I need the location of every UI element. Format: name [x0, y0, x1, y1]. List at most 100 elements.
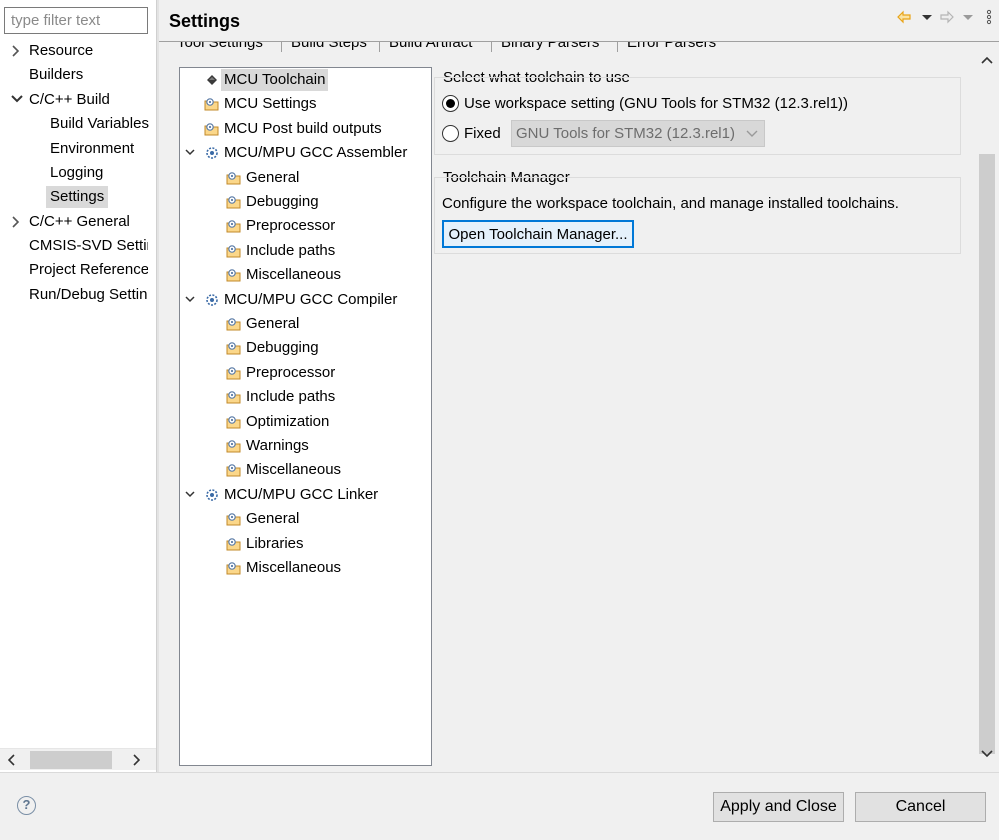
- settings-folder-icon: [226, 389, 242, 405]
- settings-folder-icon: [226, 243, 242, 259]
- scroll-up-icon[interactable]: [981, 56, 993, 64]
- radio-dot: [446, 99, 455, 108]
- scroll-left-icon[interactable]: [8, 754, 16, 766]
- chevron-right-icon[interactable]: [9, 40, 23, 62]
- chevron-down-icon[interactable]: [9, 89, 23, 111]
- forward-dropdown-icon[interactable]: [960, 9, 976, 25]
- tree-item-label: Include paths: [246, 242, 336, 259]
- tree-item-label: Miscellaneous: [246, 266, 342, 283]
- settings-folder-icon: [226, 218, 242, 234]
- settings-folder-icon: [226, 365, 242, 381]
- tree-item-label: Warnings: [246, 437, 309, 454]
- page-title: Settings: [169, 11, 241, 31]
- apply-and-close-button[interactable]: Apply and Close: [713, 792, 844, 822]
- settings-folder-icon: [204, 96, 220, 112]
- nav-item-settings[interactable]: Settings: [46, 186, 109, 208]
- tool-gear-icon: [204, 145, 220, 161]
- nav-item-project-references[interactable]: Project References: [29, 259, 148, 281]
- tree-item-label: Include paths: [246, 388, 336, 405]
- tab-binary-parsers[interactable]: Binary Parsers: [501, 42, 599, 52]
- cancel-button[interactable]: Cancel: [855, 792, 986, 822]
- settings-folder-icon: [226, 462, 242, 478]
- tree-item-label: Preprocessor: [246, 364, 336, 381]
- tree-item-label: General: [246, 510, 300, 527]
- nav-item-cpp-build[interactable]: C/C++ Build: [29, 89, 110, 111]
- tool-gear-icon: [204, 487, 220, 503]
- tab-divider: [281, 42, 282, 52]
- toolchain-manager-description: Configure the workspace toolchain, and m…: [442, 195, 899, 212]
- tab-divider: [379, 42, 380, 52]
- chevron-right-icon[interactable]: [9, 211, 23, 233]
- tab-divider: [617, 42, 618, 52]
- back-dropdown-icon[interactable]: [919, 9, 935, 25]
- tree-item-label: MCU Toolchain: [221, 69, 329, 91]
- tree-item-label: MCU Post build outputs: [224, 120, 382, 137]
- chevron-down-icon[interactable]: [184, 142, 196, 164]
- filter-input[interactable]: [4, 7, 148, 34]
- chevron-down-icon: [746, 130, 758, 137]
- scrollbar-thumb[interactable]: [30, 751, 112, 769]
- fixed-toolchain-select[interactable]: GNU Tools for STM32 (12.3.rel1): [511, 120, 765, 147]
- scroll-down-icon[interactable]: [981, 750, 993, 758]
- nav-item-cpp-general[interactable]: C/C++ General: [29, 211, 130, 233]
- settings-folder-icon: [226, 267, 242, 283]
- tree-item-label: General: [246, 315, 300, 332]
- open-toolchain-manager-button[interactable]: Open Toolchain Manager...: [442, 220, 634, 248]
- vertical-scrollbar[interactable]: [976, 48, 998, 768]
- tab-error-parsers[interactable]: Error Parsers: [627, 42, 716, 52]
- forward-arrow-icon[interactable]: [939, 9, 955, 25]
- nav-item-resource[interactable]: Resource: [29, 40, 93, 62]
- nav-item-builders[interactable]: Builders: [29, 64, 83, 86]
- view-menu-icon[interactable]: [981, 9, 997, 25]
- settings-folder-icon: [226, 414, 242, 430]
- tab-divider: [491, 42, 492, 52]
- tree-item-label: General: [246, 169, 300, 186]
- settings-folder-icon: [226, 340, 242, 356]
- settings-folder-icon: [226, 194, 242, 210]
- tab-strip: Tool Settings Build Steps Build Artifact…: [173, 42, 736, 52]
- workspace-setting-radio[interactable]: [442, 95, 459, 112]
- tree-item-label: Miscellaneous: [246, 461, 342, 478]
- chevron-down-icon[interactable]: [184, 484, 196, 506]
- tool-gear-icon: [204, 292, 220, 308]
- back-arrow-icon[interactable]: [896, 9, 912, 25]
- fixed-label[interactable]: Fixed: [464, 125, 501, 142]
- tool-settings-tree[interactable]: MCU Toolchain MCU Settings MCU Post build …: [179, 67, 432, 766]
- workspace-setting-label[interactable]: Use workspace setting (GNU Tools for STM…: [464, 95, 848, 112]
- nav-item-cmsis-svd-settings[interactable]: CMSIS-SVD Settings: [29, 235, 148, 257]
- navigation-pane: Resource Builders C/C++ Build Build Vari…: [0, 0, 156, 772]
- tree-item-label: MCU/MPU GCC Linker: [224, 486, 379, 503]
- tab-tool-settings[interactable]: Tool Settings: [177, 42, 263, 52]
- dialog-footer: ? Apply and Close Cancel: [0, 773, 999, 840]
- tree-item-label: MCU/MPU GCC Assembler: [224, 144, 408, 161]
- scroll-right-icon[interactable]: [132, 754, 140, 766]
- chevron-down-icon[interactable]: [184, 289, 196, 311]
- settings-folder-icon: [226, 316, 242, 332]
- tree-item-label: MCU Settings: [224, 95, 317, 112]
- settings-folder-icon: [226, 511, 242, 527]
- tree-item-label: Optimization: [246, 413, 330, 430]
- chip-icon: [204, 72, 220, 88]
- help-icon[interactable]: ?: [17, 796, 36, 815]
- settings-folder-icon: [226, 438, 242, 454]
- nav-item-environment[interactable]: Environment: [50, 138, 134, 160]
- tree-item-label: Libraries: [246, 535, 304, 552]
- tree-item-label: Debugging: [246, 339, 319, 356]
- nav-item-run-debug-settings[interactable]: Run/Debug Settings: [29, 284, 148, 306]
- horizontal-scrollbar[interactable]: [0, 748, 156, 770]
- tree-item-label: MCU/MPU GCC Compiler: [224, 291, 398, 308]
- settings-folder-icon: [204, 121, 220, 137]
- fixed-radio[interactable]: [442, 125, 459, 142]
- fixed-toolchain-value: GNU Tools for STM32 (12.3.rel1): [516, 125, 735, 142]
- tree-item-label: Preprocessor: [246, 217, 336, 234]
- tab-build-artifact[interactable]: Build Artifact: [389, 42, 472, 52]
- nav-item-build-variables[interactable]: Build Variables: [50, 113, 149, 135]
- tree-item-label: Debugging: [246, 193, 319, 210]
- settings-folder-icon: [226, 536, 242, 552]
- nav-item-logging[interactable]: Logging: [50, 162, 103, 184]
- scrollbar-thumb[interactable]: [979, 154, 995, 754]
- tree-item-label: Miscellaneous: [246, 559, 342, 576]
- tab-build-steps[interactable]: Build Steps: [291, 42, 367, 52]
- settings-folder-icon: [226, 170, 242, 186]
- settings-folder-icon: [226, 560, 242, 576]
